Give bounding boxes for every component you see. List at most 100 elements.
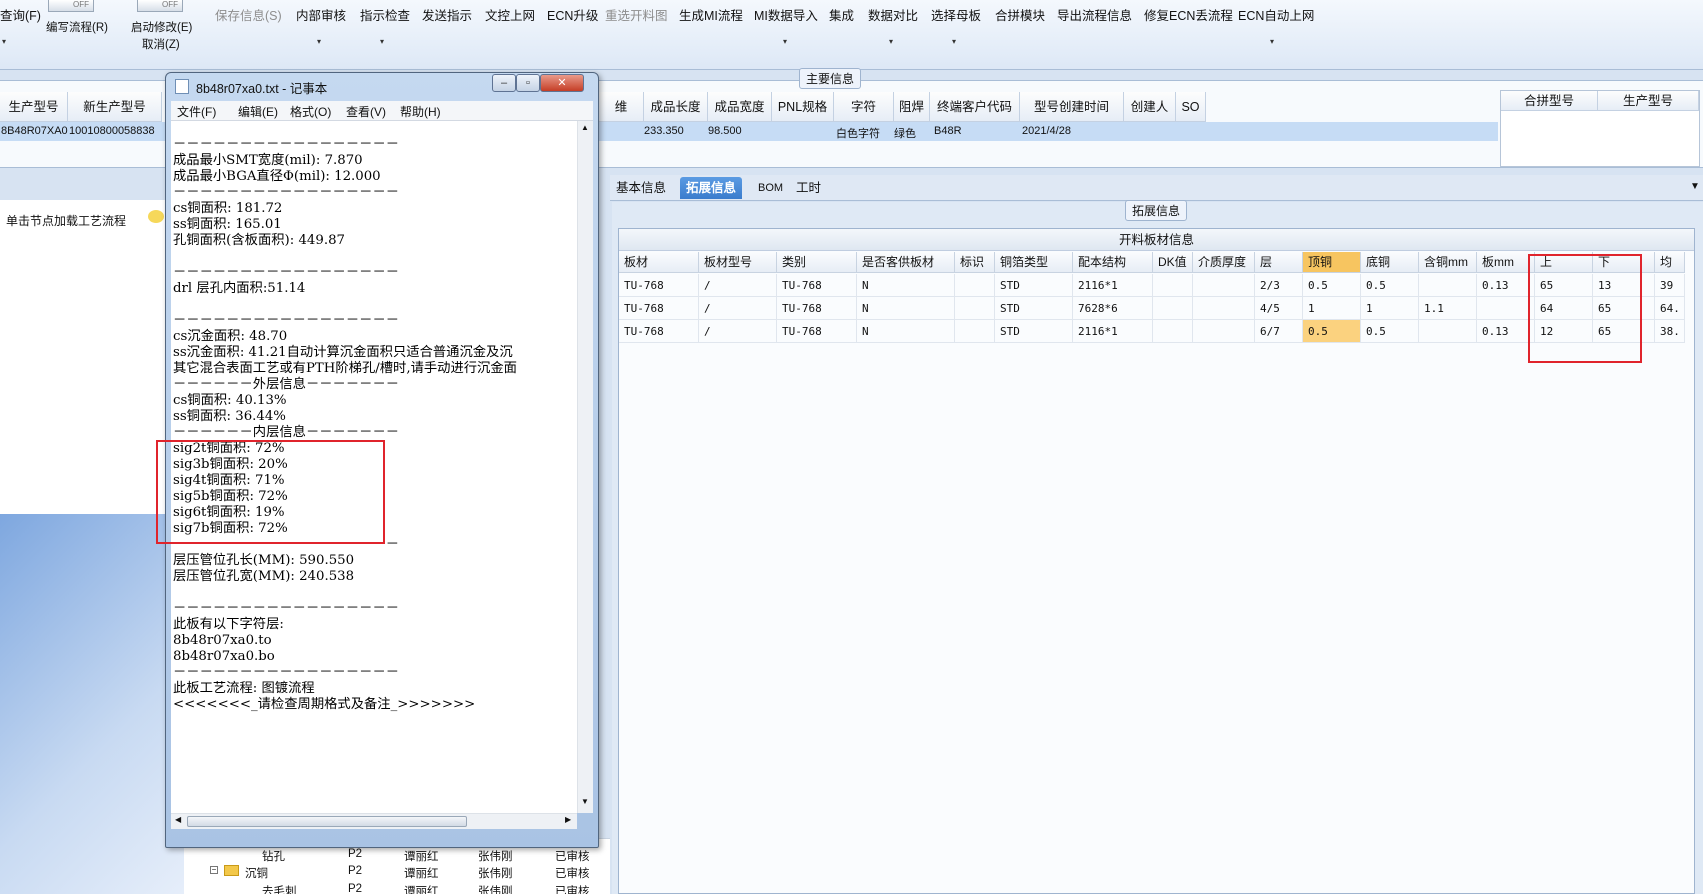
tree-node-copper-plating[interactable]: 沉铜 bbox=[245, 865, 268, 881]
grid-cell[interactable]: N bbox=[857, 274, 955, 297]
grid-col-header[interactable]: 介质厚度 bbox=[1193, 252, 1255, 273]
chevron-down-icon[interactable]: ▾ bbox=[317, 37, 321, 46]
grid-cell[interactable]: 64. bbox=[1655, 297, 1685, 320]
vertical-scrollbar[interactable]: ▲ ▼ bbox=[577, 121, 593, 813]
scroll-down-icon[interactable]: ▼ bbox=[581, 797, 589, 806]
grid-cell[interactable]: STD bbox=[995, 320, 1073, 343]
grid-col-header[interactable]: DK值 bbox=[1153, 252, 1193, 273]
grid-col-header[interactable]: 均 bbox=[1655, 252, 1685, 273]
grid-col-header[interactable]: 板材型号 bbox=[699, 252, 777, 273]
grid-cell[interactable]: 0.5 bbox=[1361, 274, 1419, 297]
grid-cell[interactable]: 1 bbox=[1361, 297, 1419, 320]
col-header-character[interactable]: 字符 bbox=[834, 92, 894, 122]
grid-cell[interactable]: STD bbox=[995, 297, 1073, 320]
grid-cell[interactable] bbox=[1153, 320, 1193, 343]
grid-cell[interactable] bbox=[1419, 274, 1477, 297]
grid-col-header[interactable]: 板材 bbox=[619, 252, 699, 273]
grid-col-header[interactable]: 配本结构 bbox=[1073, 252, 1153, 273]
col-header-model-create-time[interactable]: 型号创建时间 bbox=[1020, 92, 1124, 122]
start-modify-button[interactable]: 启动修改(E) bbox=[131, 19, 192, 35]
col-header-merge-production-model[interactable]: 生产型号 bbox=[1598, 91, 1699, 111]
grid-cell[interactable] bbox=[1153, 297, 1193, 320]
toggle-switch-1[interactable]: OFF bbox=[48, 0, 94, 12]
tab-basic-info[interactable]: 基本信息 bbox=[610, 177, 672, 199]
grid-col-header[interactable]: 标识 bbox=[955, 252, 995, 273]
data-compare-button[interactable]: 数据对比 bbox=[868, 5, 918, 24]
menu-help[interactable]: 帮助(H) bbox=[400, 103, 441, 120]
grid-cell[interactable]: 1 bbox=[1303, 297, 1361, 320]
grid-cell[interactable]: TU-768 bbox=[619, 297, 699, 320]
grid-cell[interactable]: 2116*1 bbox=[1073, 320, 1153, 343]
tab-work-hours[interactable]: 工时 bbox=[790, 177, 827, 199]
grid-cell[interactable]: TU-768 bbox=[777, 297, 857, 320]
grid-cell[interactable]: 7628*6 bbox=[1073, 297, 1153, 320]
grid-cell[interactable] bbox=[1193, 320, 1255, 343]
chevron-down-icon[interactable]: ▾ bbox=[1270, 37, 1274, 46]
tree-node-drilling[interactable]: 钻孔 bbox=[262, 848, 285, 864]
horizontal-scrollbar[interactable]: ◀ ▶ bbox=[171, 813, 577, 829]
grid-cell[interactable] bbox=[1477, 297, 1535, 320]
grid-cell[interactable]: / bbox=[699, 274, 777, 297]
grid-cell[interactable]: 4/5 bbox=[1255, 297, 1303, 320]
chevron-down-icon[interactable]: ▾ bbox=[952, 37, 956, 46]
grid-cell[interactable]: 1.1 bbox=[1419, 297, 1477, 320]
export-flow-info-button[interactable]: 导出流程信息 bbox=[1057, 5, 1132, 24]
scroll-right-icon[interactable]: ▶ bbox=[565, 815, 571, 824]
grid-cell[interactable] bbox=[1193, 274, 1255, 297]
repair-ecn-flow-button[interactable]: 修复ECN丢流程 bbox=[1144, 5, 1233, 24]
chevron-down-icon[interactable]: ▾ bbox=[2, 37, 6, 46]
scroll-thumb[interactable] bbox=[187, 816, 467, 827]
grid-cell[interactable] bbox=[955, 320, 995, 343]
grid-cell[interactable]: TU-768 bbox=[619, 320, 699, 343]
grid-col-header[interactable]: 含铜mm bbox=[1419, 252, 1477, 273]
grid-col-header[interactable]: 底铜 bbox=[1361, 252, 1419, 273]
ecn-upgrade-button[interactable]: ECN升级 bbox=[547, 5, 598, 24]
menu-file[interactable]: 文件(F) bbox=[177, 103, 216, 120]
scroll-left-icon[interactable]: ◀ bbox=[175, 815, 181, 824]
grid-cell[interactable] bbox=[955, 297, 995, 320]
write-flow-button[interactable]: 编写流程(R) bbox=[46, 19, 108, 35]
col-header-creator[interactable]: 创建人 bbox=[1124, 92, 1176, 122]
tab-bom[interactable]: BOM bbox=[752, 177, 789, 199]
grid-cell[interactable]: / bbox=[699, 297, 777, 320]
menu-edit[interactable]: 编辑(E) bbox=[238, 103, 278, 120]
select-mother-board-button[interactable]: 选择母板 bbox=[931, 5, 981, 24]
grid-cell[interactable]: 0.5 bbox=[1361, 320, 1419, 343]
col-header-new-production-model[interactable]: 新生产型号 bbox=[68, 92, 162, 122]
col-header-so[interactable]: SO bbox=[1176, 92, 1206, 122]
col-header-dim[interactable]: 维 bbox=[599, 92, 644, 122]
col-header-solder-mask[interactable]: 阻焊 bbox=[894, 92, 930, 122]
chevron-down-icon[interactable]: ▾ bbox=[783, 37, 787, 46]
close-button[interactable]: ✕ bbox=[540, 74, 584, 92]
save-info-button[interactable]: 保存信息(S) bbox=[215, 5, 282, 24]
grid-cell[interactable]: 0.13 bbox=[1477, 320, 1535, 343]
integrate-button[interactable]: 集成 bbox=[829, 5, 854, 24]
grid-cell[interactable]: 6/7 bbox=[1255, 320, 1303, 343]
menu-format[interactable]: 格式(O) bbox=[290, 103, 331, 120]
tab-extended-info[interactable]: 拓展信息 bbox=[680, 177, 743, 199]
reselect-cutting-button[interactable]: 重选开料图 bbox=[605, 5, 668, 24]
grid-cell[interactable]: STD bbox=[995, 274, 1073, 297]
grid-cell[interactable]: N bbox=[857, 297, 955, 320]
merge-module-button[interactable]: 合拼模块 bbox=[995, 5, 1045, 24]
col-header-product-length[interactable]: 成品长度 bbox=[644, 92, 708, 122]
grid-cell[interactable] bbox=[1193, 297, 1255, 320]
chevron-down-icon[interactable]: ▾ bbox=[889, 37, 893, 46]
instruction-check-button[interactable]: 指示检查 bbox=[360, 5, 410, 24]
col-header-merge-model[interactable]: 合拼型号 bbox=[1501, 91, 1598, 111]
collapse-icon[interactable]: − bbox=[210, 866, 218, 874]
ecn-auto-online-button[interactable]: ECN自动上网 bbox=[1238, 5, 1314, 24]
col-header-pnl-spec[interactable]: PNL规格 bbox=[772, 92, 834, 122]
grid-cell[interactable]: TU-768 bbox=[777, 274, 857, 297]
grid-cell[interactable] bbox=[1153, 274, 1193, 297]
grid-col-header[interactable]: 层 bbox=[1255, 252, 1303, 273]
grid-col-header[interactable]: 类别 bbox=[777, 252, 857, 273]
grid-cell[interactable]: 0.5 bbox=[1303, 274, 1361, 297]
toggle-switch-2[interactable]: OFF bbox=[137, 0, 183, 12]
generate-mi-flow-button[interactable]: 生成MI流程 bbox=[679, 5, 743, 24]
cancel-button[interactable]: 取消(Z) bbox=[142, 36, 180, 52]
grid-cell[interactable]: 38. bbox=[1655, 320, 1685, 343]
grid-cell[interactable]: 39 bbox=[1655, 274, 1685, 297]
maximize-button[interactable]: ▫ bbox=[516, 74, 540, 92]
query-button[interactable]: 查询(F) bbox=[0, 5, 41, 24]
